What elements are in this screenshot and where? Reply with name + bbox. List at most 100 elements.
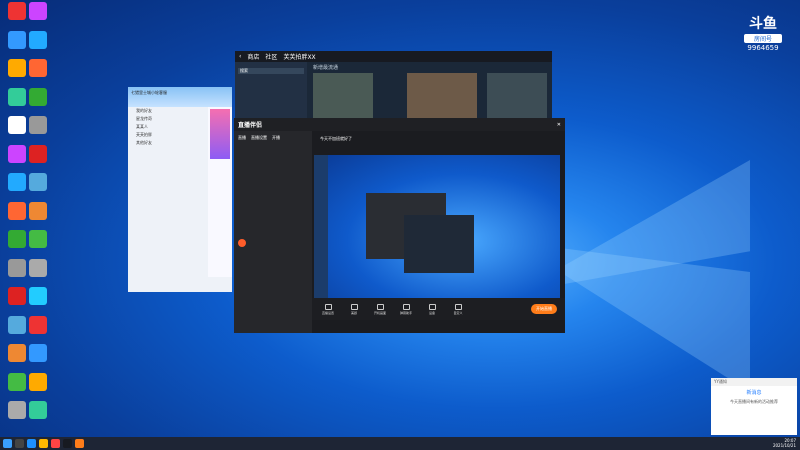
start-live-button[interactable]: 开始直播 xyxy=(531,304,557,314)
tool-icon xyxy=(350,303,358,310)
douyu-toolbar: 直播设置 美颜 开机画面 弹幕助手 设备 自定义 开始直播 xyxy=(312,298,565,320)
app-icon xyxy=(8,401,26,419)
desktop-shortcut[interactable] xyxy=(25,258,51,277)
app-icon xyxy=(8,287,26,305)
toolbar-label: 直播设置 xyxy=(321,310,334,315)
desktop-shortcut[interactable] xyxy=(25,344,51,362)
app-icon xyxy=(29,201,47,220)
steam-section-title: 新增最流通 xyxy=(313,65,339,71)
tool-icon xyxy=(454,303,462,310)
douyu-sidebar: 直播 直播设置 开播 xyxy=(234,131,312,333)
desktop-shortcut[interactable] xyxy=(25,372,51,391)
app-icon xyxy=(29,372,47,391)
steam-nav-user[interactable]: 芙芙拍胖XX xyxy=(283,52,315,61)
steam-search-input[interactable]: 搜索 xyxy=(238,68,304,74)
tool-icon xyxy=(428,303,436,310)
stream-title[interactable]: 今天不加班就好了 xyxy=(320,136,557,142)
app-icon xyxy=(8,144,26,163)
douyu-titlebar: 直播伴侣 ✕ xyxy=(234,118,565,131)
desktop-shortcut[interactable] xyxy=(25,287,51,305)
douyu-tab[interactable]: 直播设置 xyxy=(251,135,267,141)
toolbar-item[interactable]: 美颜 xyxy=(346,303,362,315)
toolbar-item[interactable]: 自定义 xyxy=(450,303,466,315)
desktop-shortcut[interactable] xyxy=(25,87,51,106)
tool-icon xyxy=(376,303,384,310)
app-icon xyxy=(8,230,26,248)
tool-icon xyxy=(402,303,410,310)
record-icon[interactable] xyxy=(238,239,246,247)
desktop-shortcut[interactable] xyxy=(25,116,51,134)
close-icon[interactable]: ✕ xyxy=(557,122,561,128)
search-icon[interactable] xyxy=(15,439,24,448)
app-icon xyxy=(8,30,26,49)
douyu-tab[interactable]: 开播 xyxy=(272,135,280,141)
steam-capsule[interactable] xyxy=(407,73,477,119)
toolbar-item[interactable]: 设备 xyxy=(424,303,440,315)
desktop-shortcut[interactable] xyxy=(25,230,51,248)
app-icon xyxy=(8,2,26,20)
stream-preview[interactable] xyxy=(314,155,560,298)
steam-capsule[interactable] xyxy=(313,73,373,119)
steam-nav-community[interactable]: 社区 xyxy=(265,52,277,61)
app-icon xyxy=(29,2,47,20)
qq-header: 七猎里士城小轮客服 xyxy=(128,87,232,107)
toolbar-item[interactable]: 开机画面 xyxy=(372,303,388,315)
app-icon xyxy=(8,59,26,77)
notification-body: 今天直播间有新的活动推荐 xyxy=(730,399,778,404)
app-icon xyxy=(8,372,26,391)
notification-header: YY通知 xyxy=(711,378,797,386)
app-icon xyxy=(8,258,26,277)
desktop-shortcut[interactable] xyxy=(25,401,51,419)
app-icon xyxy=(29,344,47,362)
start-icon[interactable] xyxy=(3,439,12,448)
taskbar xyxy=(0,437,800,450)
qq-window[interactable]: 七猎里士城小轮客服 我的好友 星龙传奇 某某人 芙芙拍胖 其他好友 xyxy=(128,87,232,292)
edge-icon[interactable] xyxy=(27,439,36,448)
steam-icon[interactable] xyxy=(63,439,72,448)
toolbar-label: 美颜 xyxy=(350,310,357,315)
douyu-logo: 直播伴侣 xyxy=(238,122,263,129)
desktop-shortcut[interactable] xyxy=(25,144,51,163)
steam-capsule[interactable] xyxy=(487,73,547,119)
desktop-shortcut[interactable] xyxy=(25,30,51,49)
watermark-room-id: 9964659 xyxy=(747,44,779,52)
tool-icon xyxy=(324,303,332,310)
app-icon xyxy=(29,116,47,134)
douyu-icon[interactable] xyxy=(75,439,84,448)
app-icon xyxy=(8,173,26,191)
desktop-shortcut[interactable] xyxy=(25,315,51,334)
toolbar-item[interactable]: 直播设置 xyxy=(320,303,336,315)
app-icon xyxy=(8,201,26,220)
folder-icon[interactable] xyxy=(39,439,48,448)
app-icon[interactable] xyxy=(51,439,60,448)
app-icon xyxy=(29,315,47,334)
toolbar-item[interactable]: 弹幕助手 xyxy=(398,303,414,315)
douyu-companion-window[interactable]: 直播伴侣 ✕ 直播 直播设置 开播 今天不加班就好了 直播设置 美颜 开机画面 弹幕助手设… xyxy=(234,118,565,333)
app-icon xyxy=(29,173,47,191)
app-icon xyxy=(8,87,26,106)
app-icon xyxy=(29,87,47,106)
app-icon xyxy=(8,344,26,362)
app-icon xyxy=(8,315,26,334)
steam-nav-store[interactable]: 商店 xyxy=(247,52,259,61)
desktop-shortcut[interactable] xyxy=(25,2,51,20)
douyu-tab[interactable]: 直播 xyxy=(238,135,246,141)
steam-sidebar: 搜索 xyxy=(235,62,307,119)
toolbar-label: 弹幕助手 xyxy=(399,310,412,315)
app-icon xyxy=(29,230,47,248)
toolbar-label: 设备 xyxy=(428,310,435,315)
qq-ad-panel xyxy=(208,107,232,277)
toolbar-label: 自定义 xyxy=(453,310,463,315)
watermark-brand: 斗鱼 xyxy=(749,16,777,32)
back-icon[interactable]: ‹ xyxy=(239,53,241,60)
app-icon xyxy=(29,287,47,305)
desktop-shortcut[interactable] xyxy=(25,201,51,220)
steam-window[interactable]: ‹ 商店 社区 芙芙拍胖XX 搜索 新增最流通 xyxy=(235,51,552,119)
notification-popup[interactable]: YY通知 新消息 今天直播间有新的活动推荐 xyxy=(711,378,797,435)
taskbar-clock[interactable]: 20:07 2021/10/21 xyxy=(773,437,796,450)
watermark-subtitle: 房间号 xyxy=(744,34,782,43)
clock-date: 2021/10/21 xyxy=(772,443,796,448)
desktop-shortcut[interactable] xyxy=(25,173,51,191)
desktop-shortcut[interactable] xyxy=(25,59,51,77)
steam-titlebar: ‹ 商店 社区 芙芙拍胖XX xyxy=(235,51,552,62)
